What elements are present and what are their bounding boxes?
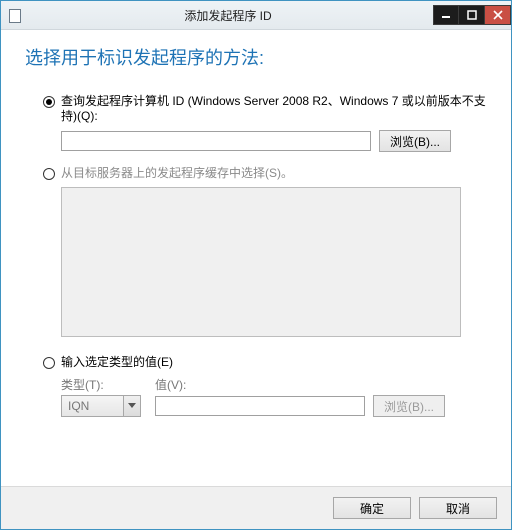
dialog-window: 添加发起程序 ID 选择用于标识发起程序的方法: 查询发起程序计算机 ID (W…	[0, 0, 512, 530]
page-heading: 选择用于标识发起程序的方法:	[25, 44, 487, 70]
radio-from-cache[interactable]	[43, 168, 55, 180]
chevron-down-icon	[128, 403, 136, 409]
type-combo-button[interactable]	[123, 396, 140, 416]
content-area: 选择用于标识发起程序的方法: 查询发起程序计算机 ID (Windows Ser…	[1, 30, 511, 486]
window-title: 添加发起程序 ID	[23, 7, 433, 24]
type-label: 类型(T):	[61, 376, 141, 393]
query-computer-input[interactable]	[61, 131, 371, 151]
option-query-label-row[interactable]: 查询发起程序计算机 ID (Windows Server 2008 R2、Win…	[43, 94, 487, 124]
titlebar: 添加发起程序 ID	[1, 1, 511, 30]
browse-computer-button[interactable]: 浏览(B)...	[379, 130, 451, 152]
ok-button[interactable]: 确定	[333, 497, 411, 519]
close-button[interactable]	[485, 5, 511, 25]
cancel-button[interactable]: 取消	[419, 497, 497, 519]
option-enter-body: 类型(T): 值(V):	[61, 376, 487, 417]
minimize-button[interactable]	[433, 5, 459, 25]
type-value-row: 类型(T): 值(V):	[61, 376, 487, 417]
value-field: 值(V): 浏览(B)...	[155, 376, 487, 417]
dialog-footer: 确定 取消	[1, 486, 511, 529]
options-group: 查询发起程序计算机 ID (Windows Server 2008 R2、Win…	[43, 94, 487, 431]
option-enter-label: 输入选定类型的值(E)	[61, 355, 173, 370]
option-cache-label: 从目标服务器上的发起程序缓存中选择(S)。	[61, 166, 293, 181]
type-field: 类型(T):	[61, 376, 141, 417]
radio-enter-value[interactable]	[43, 357, 55, 369]
option-enter-value: 输入选定类型的值(E) 类型(T):	[43, 355, 487, 417]
value-input[interactable]	[155, 396, 365, 416]
value-label: 值(V):	[155, 376, 487, 393]
type-combo[interactable]	[61, 395, 141, 417]
option-query-label: 查询发起程序计算机 ID (Windows Server 2008 R2、Win…	[61, 94, 487, 124]
radio-query-computer[interactable]	[43, 96, 55, 108]
option-cache-label-row[interactable]: 从目标服务器上的发起程序缓存中选择(S)。	[43, 166, 487, 181]
option-enter-label-row[interactable]: 输入选定类型的值(E)	[43, 355, 487, 370]
maximize-button[interactable]	[459, 5, 485, 25]
option-cache-body	[61, 187, 487, 337]
value-row: 浏览(B)...	[155, 395, 487, 417]
window-buttons	[433, 5, 511, 25]
option-from-cache: 从目标服务器上的发起程序缓存中选择(S)。	[43, 166, 487, 337]
option-query-computer: 查询发起程序计算机 ID (Windows Server 2008 R2、Win…	[43, 94, 487, 152]
option-query-body: 浏览(B)...	[61, 130, 487, 152]
app-icon	[7, 7, 23, 23]
cache-listbox[interactable]	[61, 187, 461, 337]
browse-value-button[interactable]: 浏览(B)...	[373, 395, 445, 417]
